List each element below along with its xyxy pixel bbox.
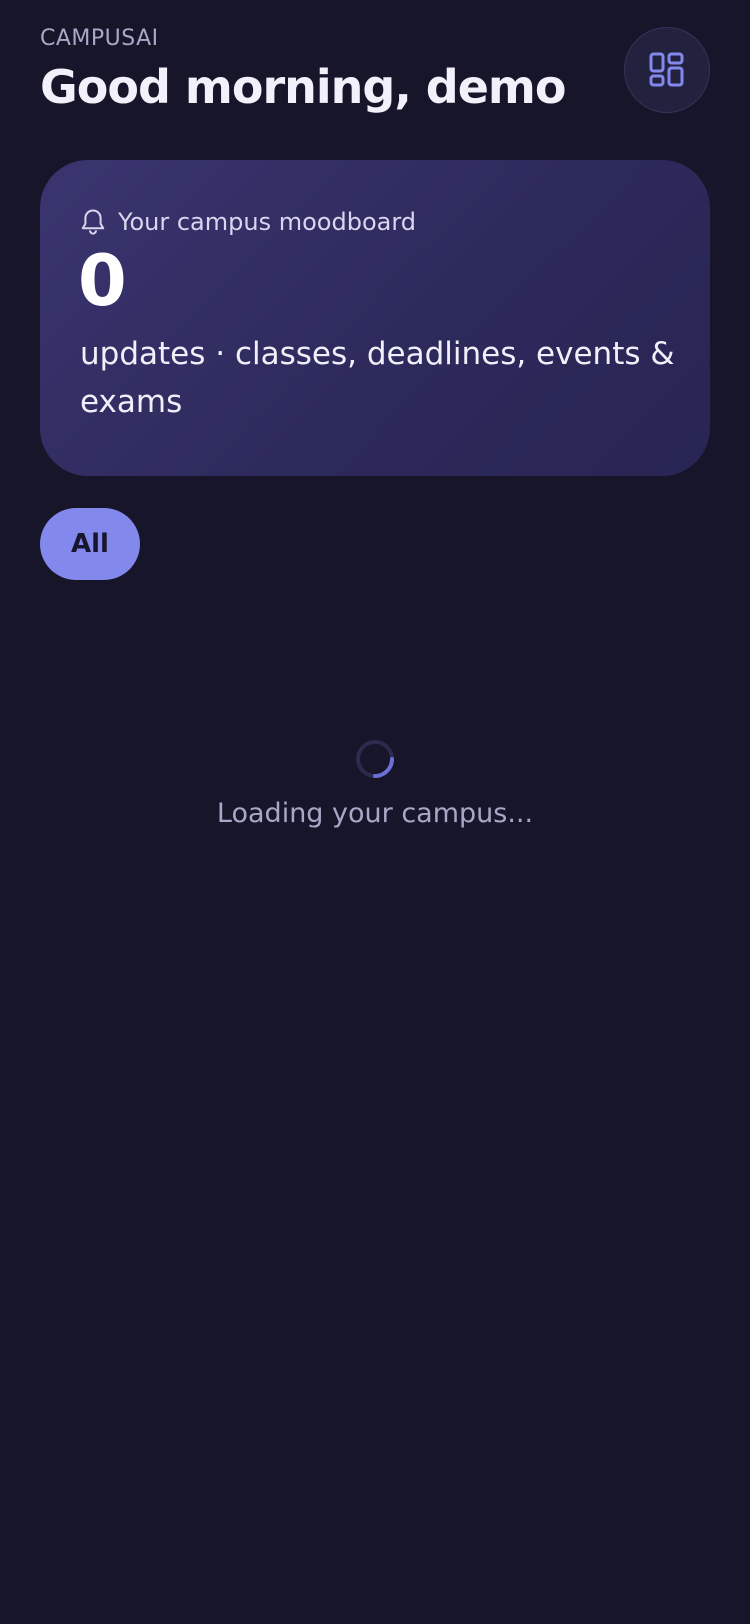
- loading-spinner-icon: [356, 740, 394, 778]
- updates-description: updates · classes, deadlines, events & e…: [80, 336, 675, 420]
- updates-count: 0: [78, 240, 127, 322]
- loading-indicator: Loading your campus...: [0, 738, 750, 829]
- grid-dashboard-icon: [649, 52, 684, 87]
- loading-text: Loading your campus...: [216, 798, 534, 829]
- filter-chip-all[interactable]: All: [40, 508, 140, 580]
- dashboard-menu-button[interactable]: [624, 27, 710, 113]
- moodboard-label-row: Your campus moodboard: [80, 208, 416, 236]
- moodboard-label: Your campus moodboard: [118, 208, 417, 236]
- moodboard-card[interactable]: Your campus moodboard 0 updates · classe…: [40, 160, 710, 476]
- header: CAMPUSAI Good morning, demo: [40, 24, 710, 124]
- bell-icon: [81, 209, 105, 235]
- page-title: Good morning, demo: [40, 60, 566, 114]
- app-brand: CAMPUSAI: [40, 26, 159, 51]
